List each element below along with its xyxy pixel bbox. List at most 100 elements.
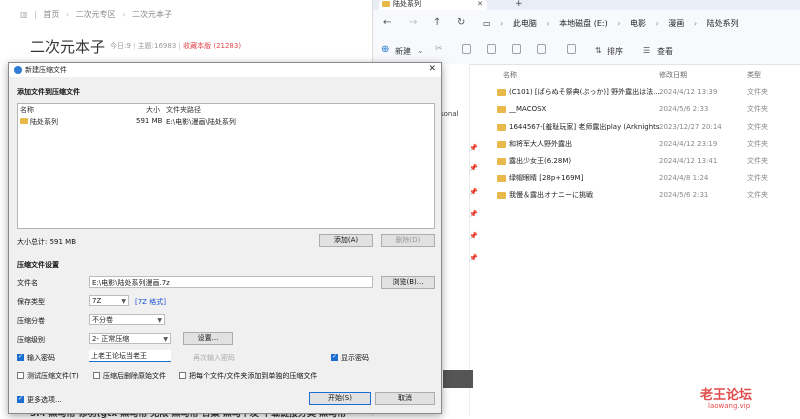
level-select[interactable]: 2- 正常压缩 ▼ — [89, 333, 171, 344]
delete-icon[interactable] — [567, 44, 576, 54]
filename-label: 文件名 — [17, 279, 38, 287]
list-header-path[interactable]: 文件夹路径 — [166, 105, 201, 115]
list-item-name[interactable]: 陆处系列 — [30, 117, 58, 127]
up-icon[interactable]: ↑ — [433, 17, 441, 28]
item-name: __MACOSX — [509, 105, 547, 113]
folder-icon — [20, 118, 28, 124]
settings-button[interactable]: 设置... — [183, 332, 233, 345]
favorite-board-link[interactable]: 收藏本版 (21283) — [183, 42, 241, 50]
list-item[interactable]: 1644567-[羞耻玩家] 老师露出play (Arknights... 20… — [497, 120, 795, 134]
breadcrumb-home[interactable]: 首页 — [43, 10, 59, 19]
folder-icon — [497, 158, 506, 165]
item-date: 2024/5/6 2:31 — [659, 191, 709, 199]
dialog-titlebar[interactable]: 新建压缩文件 ✕ — [9, 63, 441, 77]
new-icon[interactable]: ⊕ — [381, 44, 389, 55]
browse-button[interactable]: 浏览(B)... — [381, 276, 435, 289]
refresh-icon[interactable]: ↻ — [457, 17, 465, 28]
delete-button[interactable]: 删除(D) — [381, 234, 435, 247]
new-button[interactable]: 新建 — [395, 46, 411, 57]
list-item[interactable]: (C101) [ぱらぬそ祭典(ぷっか)] 野外露出は法... 2024/4/12… — [497, 85, 795, 99]
list-item[interactable]: 我慢＆露出オナニーに挑戦 2024/5/6 2:31 文件夹 — [497, 188, 795, 202]
path-segment[interactable]: 漫画 — [668, 19, 684, 28]
separate-archives-checkbox[interactable] — [179, 372, 186, 379]
sort-button[interactable]: 排序 — [607, 46, 623, 57]
new-tab-icon[interactable]: + — [515, 0, 523, 9]
format-label: 保存类型 — [17, 298, 45, 306]
filename-input[interactable]: E:\电影\陆处系列漫画.7z — [89, 276, 373, 288]
monitor-icon: ▭ — [483, 19, 491, 28]
password-checkbox[interactable] — [17, 353, 24, 361]
close-icon[interactable]: ✕ — [428, 64, 436, 74]
add-button[interactable]: 添加(A) — [319, 234, 373, 247]
view-icon[interactable]: ☰ — [643, 46, 650, 55]
path-segment[interactable]: 此电脑 — [513, 19, 537, 28]
item-date: 2024/5/6 2:33 — [659, 105, 709, 113]
pin-icon[interactable]: 📌 — [469, 164, 478, 172]
pin-icon[interactable]: 📌 — [469, 210, 478, 218]
item-date: 2024/4/12 23:19 — [659, 140, 718, 148]
breadcrumb-board[interactable]: 二次元本子 — [132, 10, 172, 19]
new-archive-dialog: 新建压缩文件 ✕ 添加文件到压缩文件 名称 大小 文件夹路径 陆处系列 591 … — [8, 62, 442, 414]
path-segment[interactable]: 电影 — [630, 19, 646, 28]
password-input[interactable]: 上老王论坛当老王 — [89, 350, 171, 362]
more-options-checkbox[interactable] — [17, 395, 24, 403]
test-archive-checkbox[interactable] — [17, 372, 24, 379]
watermark-url: laowang.vip — [708, 402, 751, 410]
home-icon[interactable]: ▥ — [20, 10, 28, 19]
copy-icon[interactable] — [462, 44, 471, 54]
breadcrumb-zone[interactable]: 二次元专区 — [76, 10, 116, 19]
show-password-checkbox[interactable] — [331, 353, 338, 361]
explorer-tab-title: 陆处系列 — [393, 0, 421, 8]
sort-icon[interactable]: ⇅ — [595, 46, 602, 55]
list-item[interactable]: 绿帽眼睛 [28p+169M] 2024/4/8 1:24 文件夹 — [497, 171, 795, 185]
paste-icon[interactable] — [487, 44, 496, 54]
folder-icon — [497, 124, 506, 131]
nav-pane-label[interactable]: sonal — [440, 110, 459, 118]
list-header-name[interactable]: 名称 — [20, 105, 34, 115]
address-bar[interactable]: ▭ › 此电脑 › 本地磁盘 (E:) › 电影 › 漫画 › 陆处系列 — [483, 15, 800, 32]
folder-icon — [382, 1, 390, 7]
item-type: 文件夹 — [747, 157, 768, 165]
delete-after-label: 压缩后删除原始文件 — [103, 372, 166, 380]
delete-after-checkbox[interactable] — [93, 372, 100, 379]
total-size: 大小总计: 591 MB — [17, 238, 77, 246]
start-button[interactable]: 开始(S) — [309, 392, 371, 405]
format-link[interactable]: [7Z 格式] — [135, 297, 166, 307]
list-item[interactable]: 和将军大人野外露出 2024/4/12 23:19 文件夹 — [497, 137, 795, 151]
pin-icon[interactable]: 📌 — [469, 254, 478, 262]
chevron-down-icon[interactable]: ⌄ — [417, 46, 424, 55]
password-repeat-input[interactable]: 再次输入密码 — [193, 353, 235, 363]
dialog-title: 新建压缩文件 — [25, 66, 67, 74]
view-button[interactable]: 查看 — [657, 46, 673, 57]
column-name[interactable]: 名称 — [503, 70, 517, 80]
split-select[interactable]: 不分卷 ▼ — [89, 314, 165, 325]
item-type: 文件夹 — [747, 88, 768, 96]
list-header-size[interactable]: 大小 — [146, 105, 160, 115]
stat-today: 今日:9 — [110, 42, 131, 50]
path-segment[interactable]: 陆处系列 — [707, 19, 739, 28]
back-icon[interactable]: ← — [383, 17, 391, 28]
more-options-label[interactable]: 更多选项... — [27, 395, 62, 405]
column-date[interactable]: 修改日期 — [659, 70, 687, 80]
path-segment[interactable]: 本地磁盘 (E:) — [559, 19, 608, 28]
rename-icon[interactable] — [512, 44, 521, 54]
section-add-files: 添加文件到压缩文件 — [17, 88, 80, 96]
pin-icon[interactable]: 📌 — [469, 232, 478, 240]
pin-icon[interactable]: 📌 — [469, 144, 478, 152]
board-title: 二次元本子 — [30, 38, 106, 56]
cancel-button[interactable]: 取消 — [375, 392, 435, 405]
list-item[interactable]: 露出少女王(6.28M) 2024/4/12 13:41 文件夹 — [497, 154, 795, 168]
forward-icon[interactable]: → — [409, 17, 417, 28]
pin-icon[interactable]: 📌 — [469, 188, 478, 196]
file-list[interactable]: 名称 大小 文件夹路径 陆处系列 591 MB E:\电影\漫画\陆处系列 — [17, 103, 435, 229]
item-type: 文件夹 — [747, 123, 768, 131]
cut-icon[interactable]: ✂ — [435, 44, 443, 54]
format-select[interactable]: 7Z ▼ — [89, 295, 129, 306]
share-icon[interactable] — [537, 44, 546, 54]
chevron-down-icon: ▼ — [163, 336, 168, 343]
list-item[interactable]: __MACOSX 2024/5/6 2:33 文件夹 — [497, 102, 795, 116]
close-icon[interactable]: ✕ — [477, 0, 483, 8]
column-type[interactable]: 类型 — [747, 70, 761, 80]
explorer-tab[interactable]: 陆处系列 ✕ — [379, 0, 487, 10]
stat-topics: 主题:16983 — [137, 42, 177, 50]
